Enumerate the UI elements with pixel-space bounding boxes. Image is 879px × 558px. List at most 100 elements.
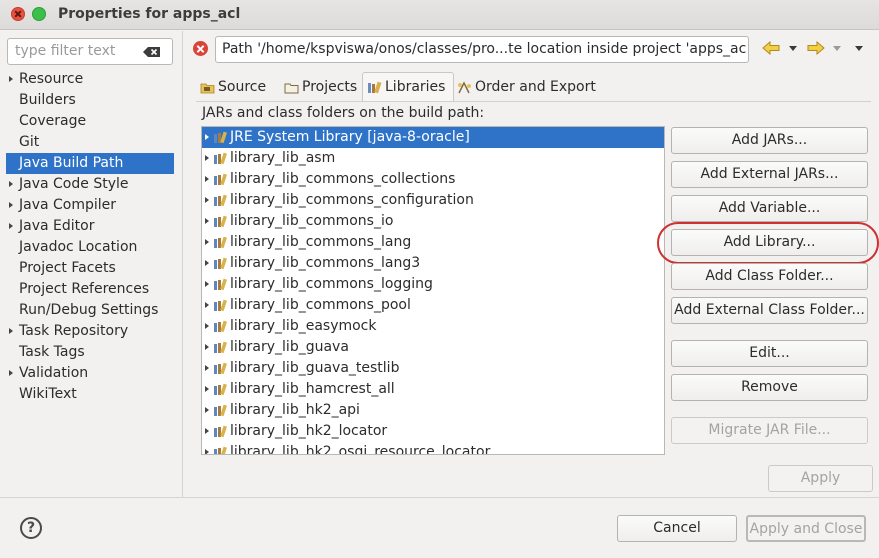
expand-arrow-icon[interactable] xyxy=(205,386,209,392)
library-icon xyxy=(214,278,227,291)
expand-arrow-icon[interactable] xyxy=(205,407,209,413)
help-icon[interactable]: ? xyxy=(20,517,42,539)
sidebar-item[interactable]: Java Code Style xyxy=(6,174,174,195)
filter-box xyxy=(7,38,173,65)
expand-arrow-icon[interactable] xyxy=(9,370,13,376)
add-external-class-folder-button[interactable]: Add External Class Folder... xyxy=(671,297,868,324)
sidebar: Resource Builders Coverage Git Java Build Pa… xyxy=(0,31,183,497)
title-bar[interactable]: Properties for apps_acl xyxy=(0,0,879,30)
sidebar-item-label: Project References xyxy=(19,281,150,297)
expand-arrow-icon[interactable] xyxy=(205,260,209,266)
edit-button[interactable]: Edit... xyxy=(671,340,868,367)
expand-arrow-icon[interactable] xyxy=(9,202,13,208)
bottom-divider xyxy=(0,497,879,498)
highlight-circle xyxy=(657,222,879,264)
library-row[interactable]: library_lib_commons_pool xyxy=(202,295,664,316)
clear-filter-icon[interactable] xyxy=(143,47,160,57)
add-class-folder-button[interactable]: Add Class Folder... xyxy=(671,263,868,290)
library-row[interactable]: library_lib_easymock xyxy=(202,316,664,337)
tab-label: Order and Export xyxy=(475,79,596,95)
sidebar-item[interactable]: Resource xyxy=(6,69,174,90)
expand-arrow-icon[interactable] xyxy=(205,323,209,329)
tab-order-and-export[interactable]: Order and Export xyxy=(453,73,596,102)
expand-arrow-icon[interactable] xyxy=(205,134,209,140)
library-icon xyxy=(368,81,382,94)
library-icon xyxy=(214,236,227,249)
library-tree[interactable]: JRE System Library [java-8-oracle] librar… xyxy=(201,126,665,455)
tab-source[interactable]: Source xyxy=(196,73,266,102)
library-row[interactable]: library_lib_hk2_api xyxy=(202,400,664,421)
sidebar-item[interactable]: Git xyxy=(6,132,174,153)
sidebar-item[interactable]: Builders xyxy=(6,90,174,111)
library-label: library_lib_guava_testlib xyxy=(230,360,400,376)
filter-input[interactable] xyxy=(15,43,140,59)
back-arrow-icon[interactable] xyxy=(762,41,780,55)
expand-arrow-icon[interactable] xyxy=(205,155,209,161)
expand-arrow-icon[interactable] xyxy=(205,428,209,434)
sidebar-item[interactable]: WikiText xyxy=(6,384,174,405)
sidebar-item[interactable]: Run/Debug Settings xyxy=(6,300,174,321)
tab-projects[interactable]: Projects xyxy=(280,73,357,102)
library-row[interactable]: JRE System Library [java-8-oracle] xyxy=(202,127,664,148)
expand-arrow-icon[interactable] xyxy=(205,218,209,224)
sidebar-item[interactable]: Java Compiler xyxy=(6,195,174,216)
path-message-field[interactable]: Path '/home/kspviswa/onos/classes/pro...… xyxy=(215,36,749,63)
expand-arrow-icon[interactable] xyxy=(205,239,209,245)
apply-button[interactable]: Apply xyxy=(768,465,873,492)
sidebar-item[interactable]: Java Editor xyxy=(6,216,174,237)
library-row[interactable]: library_lib_commons_configuration xyxy=(202,190,664,211)
library-row[interactable]: library_lib_hk2_locator xyxy=(202,421,664,442)
library-row[interactable]: library_lib_commons_logging xyxy=(202,274,664,295)
tab-libraries[interactable]: Libraries xyxy=(362,72,455,102)
forward-dropdown-chevron-icon[interactable] xyxy=(833,46,841,51)
sidebar-item[interactable]: Java Build Path xyxy=(6,153,174,174)
library-row[interactable]: library_lib_hamcrest_all xyxy=(202,379,664,400)
library-row[interactable]: library_lib_commons_lang3 xyxy=(202,253,664,274)
sidebar-item-label: Coverage xyxy=(19,113,87,129)
expand-arrow-icon[interactable] xyxy=(205,176,209,182)
sidebar-item[interactable]: Project Facets xyxy=(6,258,174,279)
expand-arrow-icon[interactable] xyxy=(9,328,13,334)
library-row[interactable]: library_lib_hk2_osgi_resource_locator xyxy=(202,442,664,454)
library-row[interactable]: library_lib_asm xyxy=(202,148,664,169)
apply-and-close-button[interactable]: Apply and Close xyxy=(746,515,866,542)
library-row[interactable]: library_lib_commons_collections xyxy=(202,169,664,190)
sidebar-item-label: Validation xyxy=(19,365,89,381)
migrate-jar-button[interactable]: Migrate JAR File... xyxy=(671,417,868,444)
close-window-button[interactable] xyxy=(11,7,25,21)
library-row[interactable]: library_lib_guava_testlib xyxy=(202,358,664,379)
library-label: library_lib_easymock xyxy=(230,318,377,334)
add-external-jars-button[interactable]: Add External JARs... xyxy=(671,161,868,188)
library-icon xyxy=(214,299,227,312)
sidebar-item[interactable]: Coverage xyxy=(6,111,174,132)
expand-arrow-icon[interactable] xyxy=(205,344,209,350)
add-variable-button[interactable]: Add Variable... xyxy=(671,195,868,222)
expand-arrow-icon[interactable] xyxy=(9,181,13,187)
sidebar-item[interactable]: Validation xyxy=(6,363,174,384)
expand-arrow-icon[interactable] xyxy=(205,197,209,203)
library-row[interactable]: library_lib_guava xyxy=(202,337,664,358)
back-dropdown-chevron-icon[interactable] xyxy=(789,46,797,51)
library-label: library_lib_commons_lang3 xyxy=(230,255,421,271)
cancel-button[interactable]: Cancel xyxy=(617,515,737,542)
sidebar-item-label: Builders xyxy=(19,92,76,108)
library-row[interactable]: library_lib_commons_lang xyxy=(202,232,664,253)
remove-button[interactable]: Remove xyxy=(671,374,868,401)
forward-arrow-icon[interactable] xyxy=(807,41,825,55)
view-menu-chevron-icon[interactable] xyxy=(855,46,863,51)
expand-arrow-icon[interactable] xyxy=(9,76,13,82)
expand-arrow-icon[interactable] xyxy=(205,281,209,287)
maximize-window-button[interactable] xyxy=(32,7,46,21)
library-row[interactable]: library_lib_commons_io xyxy=(202,211,664,232)
add-jars-button[interactable]: Add JARs... xyxy=(671,127,868,154)
sidebar-item[interactable]: Task Repository xyxy=(6,321,174,342)
expand-arrow-icon[interactable] xyxy=(205,449,209,454)
sidebar-item[interactable]: Task Tags xyxy=(6,342,174,363)
expand-arrow-icon[interactable] xyxy=(205,365,209,371)
sidebar-item[interactable]: Project References xyxy=(6,279,174,300)
tab-divider xyxy=(196,101,871,102)
expand-arrow-icon[interactable] xyxy=(9,223,13,229)
expand-arrow-icon[interactable] xyxy=(205,302,209,308)
sidebar-item[interactable]: Javadoc Location xyxy=(6,237,174,258)
library-label: library_lib_commons_logging xyxy=(230,276,433,292)
